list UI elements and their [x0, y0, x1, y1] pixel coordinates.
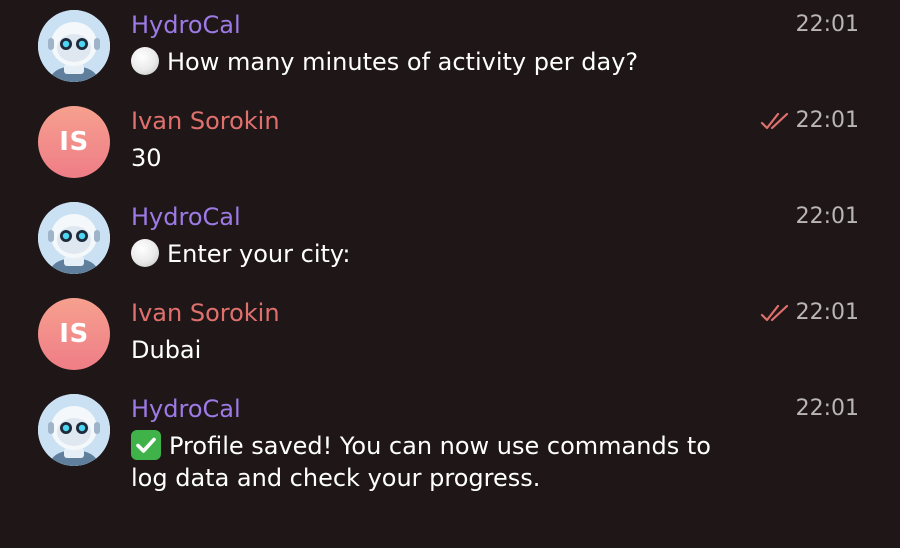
message-text: Enter your city:	[131, 238, 751, 270]
message-time: 22:01	[796, 10, 859, 40]
timestamp: 22:01	[795, 12, 859, 37]
robot-avatar-icon[interactable]	[38, 202, 110, 274]
avatar-initials: IS	[59, 127, 89, 157]
message-bot-activity-question: HydroCal 22:01 How many minutes of activ…	[0, 10, 900, 82]
message-time: 22:01	[796, 202, 859, 232]
avatar-initials: IS	[59, 319, 89, 349]
double-check-icon	[760, 112, 788, 130]
message-time: 22:01	[796, 394, 859, 424]
message-user-city-answer: IS Ivan Sorokin 22:01 Dubai	[0, 298, 900, 370]
message-body: How many minutes of activity per day?	[167, 48, 639, 76]
check-mark-button-emoji	[131, 430, 161, 460]
sender-name[interactable]: Ivan Sorokin	[131, 106, 280, 136]
timestamp: 22:01	[795, 396, 859, 421]
message-body: Enter your city:	[167, 240, 351, 268]
double-check-icon	[760, 304, 788, 322]
robot-avatar-icon[interactable]	[38, 394, 110, 466]
user-avatar[interactable]: IS	[38, 298, 110, 370]
message-time: 22:01	[760, 106, 859, 136]
sender-name[interactable]: Ivan Sorokin	[131, 298, 280, 328]
message-text: Dubai	[131, 336, 202, 364]
timestamp: 22:01	[795, 300, 859, 325]
message-text: Profile saved! You can now use commands …	[131, 430, 751, 494]
white-circle-emoji	[131, 47, 159, 75]
timestamp: 22:01	[795, 204, 859, 229]
timestamp: 22:01	[795, 108, 859, 133]
message-bot-city-question: HydroCal 22:01 Enter your city:	[0, 202, 900, 274]
message-bot-profile-saved: HydroCal 22:01 Profile saved! You can no…	[0, 394, 900, 504]
sender-name[interactable]: HydroCal	[131, 10, 241, 40]
sender-name[interactable]: HydroCal	[131, 394, 241, 424]
message-line-2: log data and check your progress.	[131, 464, 541, 492]
message-body: Profile saved! You can now use commands …	[169, 432, 711, 460]
white-circle-emoji	[131, 239, 159, 267]
message-text: How many minutes of activity per day?	[131, 46, 751, 78]
robot-avatar-icon[interactable]	[38, 10, 110, 82]
message-time: 22:01	[760, 298, 859, 328]
user-avatar[interactable]: IS	[38, 106, 110, 178]
message-user-activity-answer: IS Ivan Sorokin 22:01 30	[0, 106, 900, 178]
sender-name[interactable]: HydroCal	[131, 202, 241, 232]
message-line-1: Profile saved! You can now use commands …	[131, 430, 751, 462]
message-text: 30	[131, 144, 162, 172]
